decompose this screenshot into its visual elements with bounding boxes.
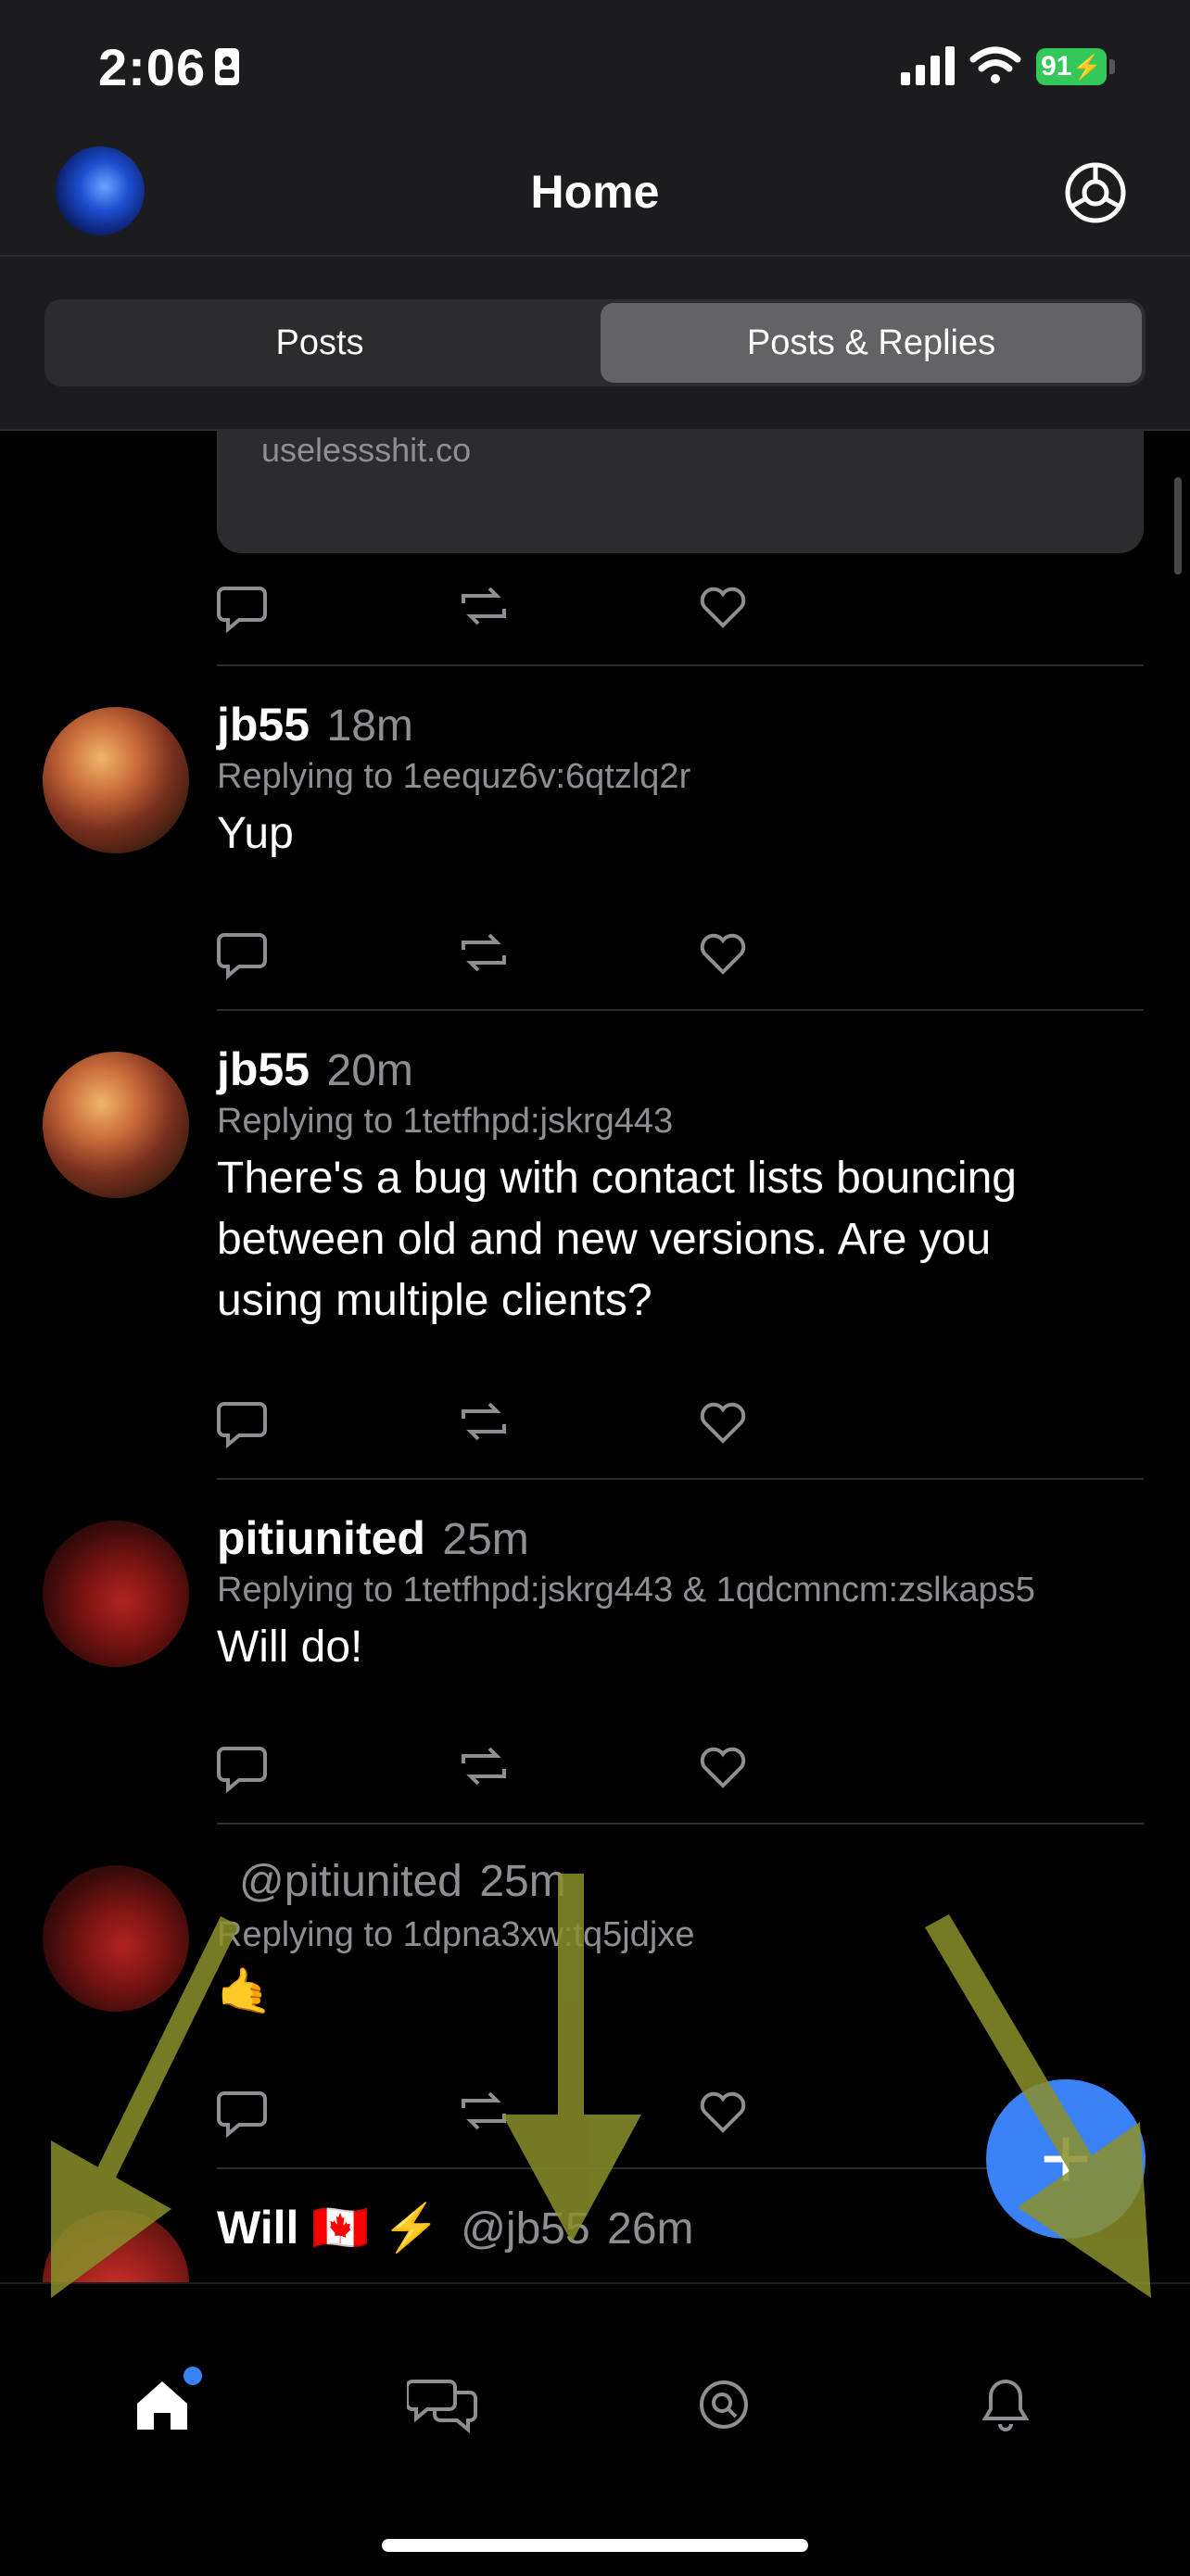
post-author-name[interactable]: pitiunited xyxy=(217,1512,425,1564)
posts-filter-segment: Posts Posts & Replies xyxy=(44,299,1146,386)
plus-icon: + xyxy=(1039,2109,1093,2208)
tab-search[interactable] xyxy=(682,2363,766,2446)
post-content-line: There's a bug with contact lists bouncin… xyxy=(217,1154,1017,1203)
post-content: 🤙 xyxy=(217,1967,272,2016)
post-item[interactable]: jb55 18m Replying to 1eequz6v:6qtzlq2r Y… xyxy=(0,666,1190,1011)
post-author-handle[interactable]: @jb55 xyxy=(461,2204,589,2254)
post-item[interactable]: jb55 20m Replying to 1tetfhpd:jskrg443 T… xyxy=(0,1011,1190,1480)
scrollbar[interactable] xyxy=(1174,477,1182,575)
avatar[interactable] xyxy=(43,1865,189,2012)
post-content: Yup xyxy=(217,809,294,858)
post-timestamp: 25m xyxy=(442,1515,529,1564)
wifi-icon xyxy=(969,46,1021,83)
avatar[interactable] xyxy=(43,2210,189,2282)
reply-icon[interactable] xyxy=(217,1395,272,1450)
battery-cap xyxy=(1109,59,1115,74)
timeline-feed[interactable]: answers uselessshit.co jb55 18m Replying… xyxy=(0,431,1190,2282)
battery-level: 91 xyxy=(1041,51,1072,82)
replying-to[interactable]: Replying to 1dpna3xw:tq5jdjxe xyxy=(217,1915,694,1955)
battery-indicator: 91 ⚡ xyxy=(1036,48,1107,85)
repost-icon[interactable] xyxy=(456,1739,512,1795)
reply-icon[interactable] xyxy=(217,2084,272,2140)
tab-home[interactable] xyxy=(120,2363,204,2446)
post-author-name[interactable]: Will 🇨🇦 ⚡ xyxy=(217,2202,440,2254)
tab-posts-and-replies[interactable]: Posts & Replies xyxy=(601,303,1142,383)
repost-icon[interactable] xyxy=(456,2084,512,2140)
post-timestamp: 26m xyxy=(607,2204,694,2254)
post-item[interactable]: pitiunited 25m Replying to 1tetfhpd:jskr… xyxy=(0,1480,1190,1825)
post-content-line: using multiple clients? xyxy=(217,1276,652,1325)
tab-messages[interactable] xyxy=(402,2363,486,2446)
messages-icon xyxy=(407,2380,477,2434)
avatar[interactable] xyxy=(43,1521,189,1667)
like-icon[interactable] xyxy=(695,579,751,635)
avatar[interactable] xyxy=(43,1052,189,1198)
page-title: Home xyxy=(530,166,660,218)
home-indicator xyxy=(382,2539,808,2552)
post-content: Will do! xyxy=(217,1623,363,1672)
repost-icon[interactable] xyxy=(456,926,512,981)
replying-to[interactable]: Replying to 1tetfhpd:jskrg443 & 1qdcmncm… xyxy=(217,1571,1035,1610)
post-timestamp: 18m xyxy=(326,701,413,751)
charging-bolt-icon: ⚡ xyxy=(1071,52,1102,81)
like-icon[interactable] xyxy=(695,1739,751,1795)
post-author-handle[interactable]: @pitiunited xyxy=(239,1857,462,1906)
status-time: 2:06 xyxy=(98,38,207,96)
post-content-line: between old and new versions. Are you xyxy=(217,1215,992,1264)
repost-icon[interactable] xyxy=(456,579,512,635)
link-preview-url: uselessshit.co xyxy=(261,431,472,469)
id-card-icon xyxy=(215,48,239,85)
search-icon xyxy=(700,2380,748,2429)
tab-posts[interactable]: Posts xyxy=(48,303,591,383)
reply-icon[interactable] xyxy=(217,579,272,635)
settings-icon[interactable] xyxy=(1060,158,1131,228)
reply-icon[interactable] xyxy=(217,926,272,981)
repost-icon[interactable] xyxy=(456,1395,512,1450)
post-author-name[interactable]: jb55 xyxy=(217,699,310,751)
like-icon[interactable] xyxy=(695,1395,751,1450)
replying-to[interactable]: Replying to 1eequz6v:6qtzlq2r xyxy=(217,757,690,797)
like-icon[interactable] xyxy=(695,2084,751,2140)
post-author-name[interactable]: jb55 xyxy=(217,1043,310,1095)
notifications-icon xyxy=(981,2379,1030,2431)
tab-notifications[interactable] xyxy=(964,2363,1047,2446)
avatar[interactable] xyxy=(43,707,189,853)
like-icon[interactable] xyxy=(695,926,751,981)
signal-icon xyxy=(901,46,955,85)
reply-icon[interactable] xyxy=(217,1739,272,1795)
notification-dot xyxy=(184,2367,202,2385)
link-preview-card[interactable]: answers uselessshit.co xyxy=(217,431,1144,553)
replying-to[interactable]: Replying to 1tetfhpd:jskrg443 xyxy=(217,1102,673,1142)
post-timestamp: 25m xyxy=(479,1857,566,1906)
post-timestamp: 20m xyxy=(326,1046,413,1095)
